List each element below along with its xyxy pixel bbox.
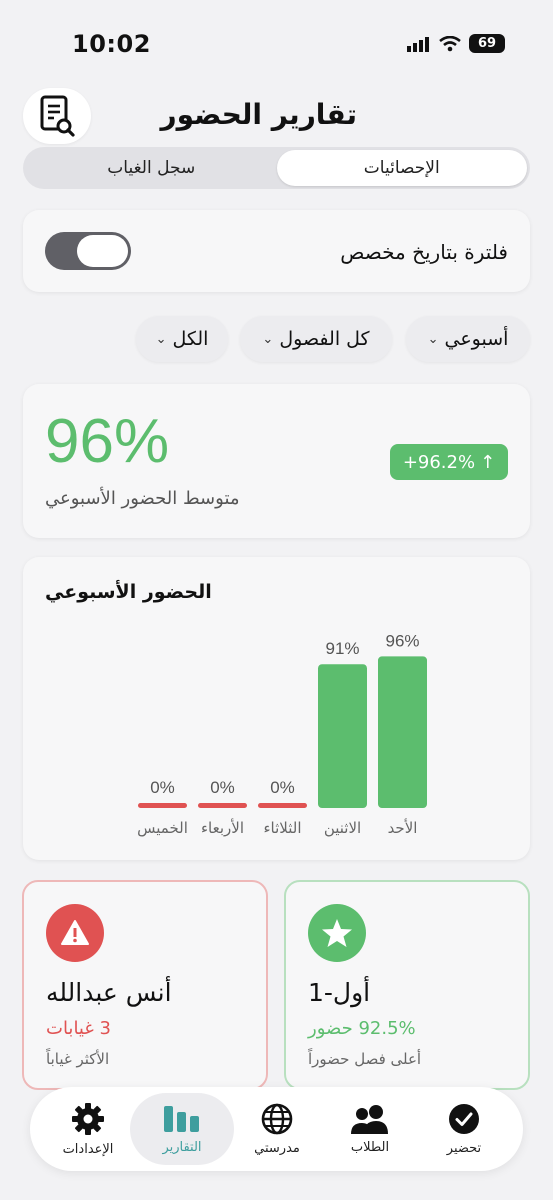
chart-bar-4 bbox=[138, 803, 187, 808]
status-time: 10:02 bbox=[72, 30, 151, 58]
trend-value: +96.2% bbox=[402, 451, 476, 473]
top-class-caption: أعلى فصل حضوراً bbox=[308, 1050, 422, 1068]
tab-reports-label: التقارير bbox=[162, 1139, 202, 1155]
chevron-down-icon: ⌄ bbox=[262, 331, 274, 347]
bottom-tab-bar: تحضير الطلاب مدرستي التقارير الإعدادات bbox=[30, 1087, 523, 1171]
custom-date-filter-label: فلترة بتاريخ مخصص bbox=[340, 240, 508, 264]
status-icons: 69 bbox=[407, 34, 505, 53]
tab-students[interactable]: الطلاب bbox=[318, 1093, 422, 1165]
tab-settings-label: الإعدادات bbox=[62, 1141, 114, 1157]
star-circle bbox=[308, 904, 366, 962]
segmented-control: الإحصائيات سجل الغياب bbox=[23, 147, 530, 189]
chart-value-label-3: 0% bbox=[210, 778, 235, 797]
top-class-name: أول-1 bbox=[308, 978, 371, 1007]
scope-dropdown[interactable]: الكل ⌄ bbox=[136, 316, 228, 362]
chart-value-label-4: 0% bbox=[150, 778, 175, 797]
chart-bar-0 bbox=[378, 656, 427, 808]
globe-icon bbox=[261, 1103, 293, 1134]
tab-students-label: الطلاب bbox=[350, 1139, 390, 1155]
custom-date-filter-card: فلترة بتاريخ مخصص bbox=[23, 210, 530, 292]
chart-bar-1 bbox=[318, 664, 367, 808]
top-class-value: 92.5% حضور bbox=[308, 1018, 416, 1039]
chart-category-label-0: الأحد bbox=[388, 818, 418, 837]
chevron-down-icon: ⌄ bbox=[427, 331, 439, 347]
chart-bar-3 bbox=[198, 803, 247, 808]
most-absent-student-caption: الأكثر غياباً bbox=[46, 1050, 110, 1068]
signal-icon bbox=[407, 36, 429, 52]
chevron-down-icon: ⌄ bbox=[155, 331, 167, 347]
tab-reports[interactable]: التقارير bbox=[130, 1093, 234, 1165]
period-dropdown-label: أسبوعي bbox=[444, 328, 509, 350]
chart-value-label-1: 91% bbox=[325, 639, 359, 658]
battery-indicator: 69 bbox=[469, 34, 505, 53]
period-dropdown[interactable]: أسبوعي ⌄ bbox=[406, 316, 530, 362]
filter-chips: أسبوعي ⌄ كل الفصول ⌄ الكل ⌄ bbox=[136, 316, 530, 362]
people-icon bbox=[351, 1104, 388, 1134]
report-search-icon bbox=[40, 95, 75, 137]
chart-value-label-2: 0% bbox=[270, 778, 295, 797]
chart-category-label-2: الثلاثاء bbox=[263, 819, 301, 837]
warning-icon bbox=[61, 920, 89, 945]
toggle-knob bbox=[77, 235, 128, 267]
scope-dropdown-label: الكل bbox=[172, 328, 209, 350]
tab-attendance-label: تحضير bbox=[446, 1140, 482, 1156]
segment-statistics[interactable]: الإحصائيات bbox=[276, 150, 527, 186]
most-absent-student-name: أنس عبدالله bbox=[46, 978, 172, 1007]
tab-attendance[interactable]: تحضير bbox=[412, 1093, 516, 1165]
wifi-icon bbox=[439, 35, 461, 51]
gear-icon bbox=[72, 1102, 104, 1135]
header: تقارير الحضور bbox=[0, 88, 553, 148]
classes-dropdown[interactable]: كل الفصول ⌄ bbox=[240, 316, 392, 362]
segment-absence-log[interactable]: سجل الغياب bbox=[26, 150, 277, 186]
weekly-attendance-chart-card: الحضور الأسبوعي 96% الأحد 91% الاثنين 0% الثل… bbox=[23, 557, 530, 860]
chart-value-label-0: 96% bbox=[385, 631, 419, 650]
check-circle-icon bbox=[449, 1103, 479, 1134]
top-class-card[interactable]: أول-1 92.5% حضور أعلى فصل حضوراً bbox=[284, 880, 530, 1090]
status-bar: 10:02 69 bbox=[0, 0, 553, 80]
arrow-up-icon: ↑ bbox=[480, 451, 496, 473]
chart-category-label-3: الأربعاء bbox=[201, 818, 244, 837]
weekly-average-card: 96% متوسط الحضور الأسبوعي +96.2% ↑ bbox=[23, 384, 530, 538]
chart-category-label-4: الخميس bbox=[137, 819, 188, 837]
bar-chart-icon bbox=[164, 1105, 199, 1132]
chart-category-label-1: الاثنين bbox=[324, 819, 361, 837]
warning-circle bbox=[46, 904, 104, 962]
most-absent-student-value: 3 غيابات bbox=[46, 1018, 111, 1039]
custom-date-toggle[interactable] bbox=[45, 232, 131, 270]
trend-badge: +96.2% ↑ bbox=[390, 444, 508, 480]
star-icon bbox=[322, 919, 352, 947]
tab-my-school[interactable]: مدرستي bbox=[225, 1093, 329, 1165]
average-value: 96% bbox=[45, 407, 170, 476]
most-absent-student-card[interactable]: أنس عبدالله 3 غيابات الأكثر غياباً bbox=[22, 880, 268, 1090]
classes-dropdown-label: كل الفصول bbox=[279, 328, 370, 350]
report-search-button[interactable] bbox=[23, 88, 91, 144]
tab-settings[interactable]: الإعدادات bbox=[36, 1093, 140, 1165]
tab-my-school-label: مدرستي bbox=[254, 1140, 300, 1156]
weekly-attendance-chart: 96% الأحد 91% الاثنين 0% الثلاثاء 0% الأربعاء 0%… bbox=[137, 631, 427, 837]
chart-bar-2 bbox=[258, 803, 307, 808]
average-label: متوسط الحضور الأسبوعي bbox=[45, 488, 240, 509]
page-title: تقارير الحضور bbox=[160, 98, 357, 131]
